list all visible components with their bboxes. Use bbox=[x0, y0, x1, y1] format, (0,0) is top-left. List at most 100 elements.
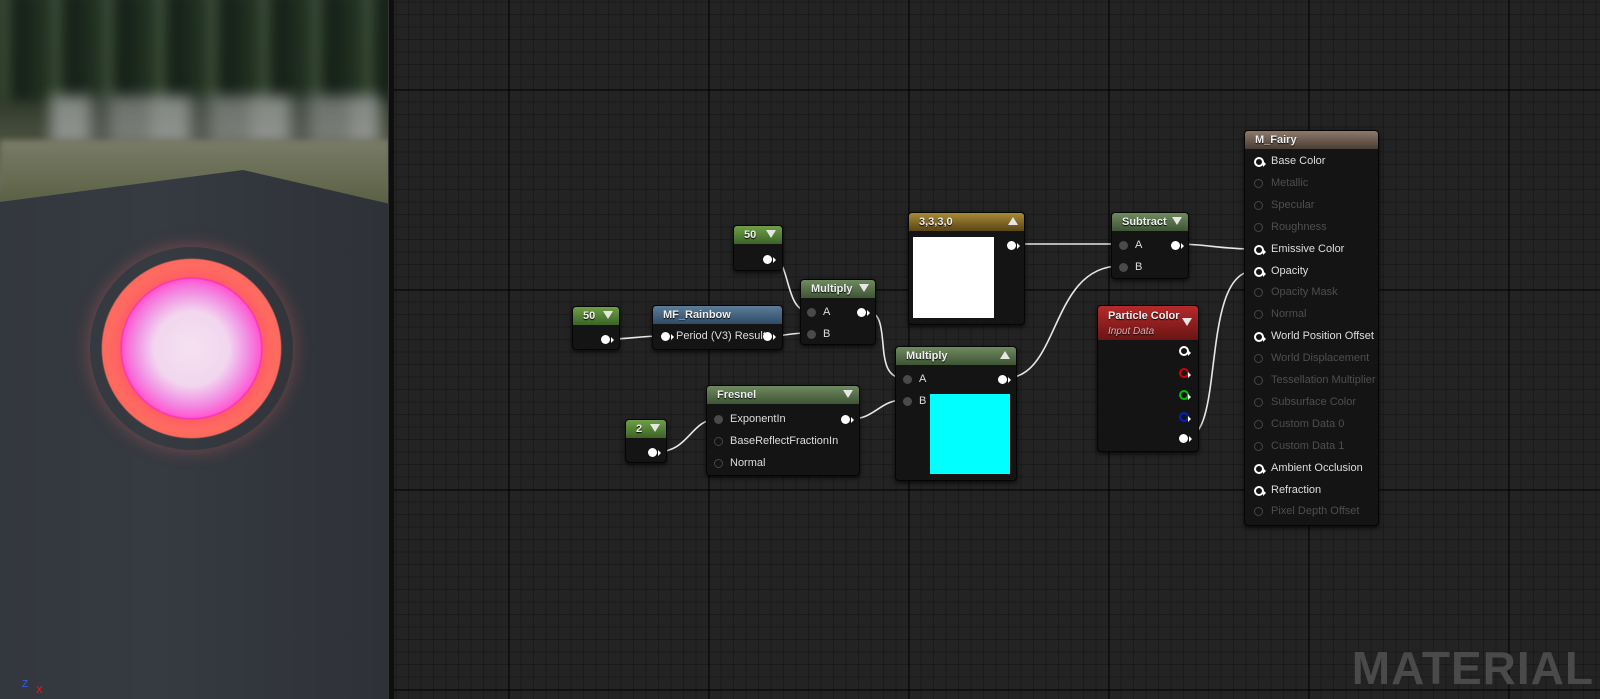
pin-label-b: B bbox=[823, 328, 831, 340]
output-pin[interactable] bbox=[841, 415, 854, 424]
collapse-arrow-icon[interactable] bbox=[650, 424, 660, 432]
collapse-arrow-icon[interactable] bbox=[843, 390, 853, 398]
output-pin[interactable] bbox=[998, 375, 1011, 384]
pin-label-a: A bbox=[823, 306, 831, 318]
input-pin-normal[interactable] bbox=[714, 459, 723, 468]
pin-label: Period (V3) Result bbox=[676, 330, 766, 342]
node-header: Multiply bbox=[896, 347, 1016, 365]
mf-rainbow-node[interactable]: MF_Rainbow Period (V3) Result bbox=[652, 305, 783, 350]
input-pin-b[interactable] bbox=[1119, 263, 1128, 272]
output-pin[interactable] bbox=[648, 448, 661, 457]
node-header: Subtract bbox=[1112, 213, 1188, 231]
material-pin-label: Metallic bbox=[1271, 176, 1309, 189]
input-pin-b[interactable] bbox=[903, 397, 912, 406]
node-title: Multiply bbox=[811, 283, 853, 295]
node-title: Multiply bbox=[906, 350, 948, 362]
output-pin[interactable] bbox=[601, 335, 614, 344]
axis-x-label: X bbox=[36, 685, 43, 696]
pin-label-a: A bbox=[919, 373, 927, 385]
output-pin[interactable] bbox=[1007, 241, 1020, 250]
vector-constant-node[interactable]: 3,3,3,0 bbox=[908, 212, 1025, 325]
collapse-arrow-icon[interactable] bbox=[1008, 217, 1018, 225]
material-pin-label: Normal bbox=[1271, 308, 1307, 321]
fairy-orb-preview bbox=[90, 247, 293, 450]
constant-header: 50 bbox=[734, 226, 782, 244]
output-pin-a[interactable] bbox=[1179, 434, 1192, 443]
material-input-pin[interactable] bbox=[1254, 178, 1263, 188]
axis-z-label: Z bbox=[22, 679, 29, 690]
material-pin-label: World Displacement bbox=[1271, 352, 1370, 365]
collapse-arrow-icon[interactable] bbox=[603, 311, 613, 319]
material-pin-label: World Position Offset bbox=[1271, 330, 1374, 343]
material-pin-label: Tessellation Multiplier bbox=[1271, 374, 1376, 386]
material-input-pin[interactable] bbox=[1254, 332, 1266, 343]
pin-label: ExponentIn bbox=[730, 413, 786, 425]
material-input-pin[interactable] bbox=[1254, 288, 1263, 298]
subtract-node[interactable]: Subtract A B bbox=[1111, 212, 1189, 279]
constant-header: 2 bbox=[626, 420, 666, 438]
material-input-pin[interactable] bbox=[1254, 310, 1263, 320]
material-input-pin[interactable] bbox=[1254, 507, 1263, 517]
collapse-arrow-icon[interactable] bbox=[766, 230, 776, 238]
multiply-node-1[interactable]: Multiply A B bbox=[800, 279, 876, 345]
material-input-pin[interactable] bbox=[1254, 244, 1266, 255]
node-header: Multiply bbox=[801, 280, 875, 298]
output-pin-g[interactable] bbox=[1179, 390, 1191, 400]
collapse-arrow-icon[interactable] bbox=[1172, 217, 1182, 225]
material-input-pin[interactable] bbox=[1254, 397, 1263, 407]
collapse-arrow-icon[interactable] bbox=[1000, 351, 1010, 359]
preview-viewport[interactable]: Z X bbox=[0, 0, 388, 699]
collapse-arrow-icon[interactable] bbox=[1182, 318, 1192, 326]
material-pin-label: Custom Data 0 bbox=[1271, 417, 1345, 430]
output-pin[interactable] bbox=[763, 255, 776, 264]
material-input-pin[interactable] bbox=[1254, 354, 1263, 364]
input-pin-a[interactable] bbox=[807, 308, 816, 317]
material-input-pin[interactable] bbox=[1254, 266, 1266, 277]
material-input-pin[interactable] bbox=[1254, 222, 1263, 232]
multiply-node-2[interactable]: Multiply A B bbox=[895, 346, 1017, 481]
pin-label: BaseReflectFractionIn bbox=[730, 435, 839, 447]
input-pin[interactable] bbox=[661, 332, 674, 341]
input-pin-a[interactable] bbox=[903, 375, 912, 384]
node-header: 3,3,3,0 bbox=[909, 213, 1024, 231]
material-input-pin[interactable] bbox=[1254, 485, 1266, 496]
output-pin[interactable] bbox=[857, 308, 870, 317]
fresnel-node[interactable]: Fresnel ExponentIn BaseReflectFractionIn… bbox=[706, 385, 860, 476]
background-cars bbox=[50, 95, 380, 145]
constant-node-50-top[interactable]: 50 bbox=[733, 225, 783, 271]
material-pin-label: Specular bbox=[1271, 198, 1315, 211]
material-pin-label: Roughness bbox=[1271, 220, 1327, 233]
material-pin-label: Opacity Mask bbox=[1271, 286, 1338, 299]
background-trees bbox=[0, 0, 388, 100]
material-input-pin[interactable] bbox=[1254, 157, 1266, 167]
color-preview-swatch bbox=[913, 237, 994, 318]
output-pin-rgb[interactable] bbox=[1179, 346, 1191, 356]
node-title: Fresnel bbox=[717, 389, 757, 401]
material-input-pin[interactable] bbox=[1254, 376, 1263, 385]
material-pin-label: Subsurface Color bbox=[1271, 395, 1356, 408]
material-pin-label: Pixel Depth Offset bbox=[1271, 505, 1360, 518]
node-header: Fresnel bbox=[707, 386, 859, 404]
output-pin[interactable] bbox=[1171, 241, 1184, 250]
material-input-pin[interactable] bbox=[1254, 200, 1263, 210]
constant-node-50-left[interactable]: 50 bbox=[572, 306, 620, 350]
material-result-node[interactable]: M_Fairy Base Color Metallic Specular Roughn… bbox=[1244, 130, 1379, 526]
pin-label-a: A bbox=[1135, 239, 1143, 251]
input-pin-a[interactable] bbox=[1119, 241, 1128, 250]
material-input-pin[interactable] bbox=[1254, 463, 1266, 474]
output-pin-r[interactable] bbox=[1179, 368, 1191, 378]
material-pin-label: Base Color bbox=[1271, 155, 1326, 167]
material-input-pin[interactable] bbox=[1254, 419, 1263, 429]
collapse-arrow-icon[interactable] bbox=[859, 284, 869, 292]
particle-color-node[interactable]: Particle Color Input Data bbox=[1097, 305, 1199, 452]
constant-header: 50 bbox=[573, 307, 619, 325]
pin-label-b: B bbox=[1135, 261, 1143, 273]
input-pin-exponent[interactable] bbox=[714, 415, 723, 424]
input-pin-basereflect[interactable] bbox=[714, 437, 723, 446]
output-pin-b[interactable] bbox=[1179, 412, 1191, 422]
output-pin[interactable] bbox=[763, 332, 776, 341]
constant-node-2[interactable]: 2 bbox=[625, 419, 667, 463]
graph-watermark: MATERIAL bbox=[1351, 642, 1594, 694]
input-pin-b[interactable] bbox=[807, 330, 816, 339]
material-input-pin[interactable] bbox=[1254, 441, 1263, 451]
